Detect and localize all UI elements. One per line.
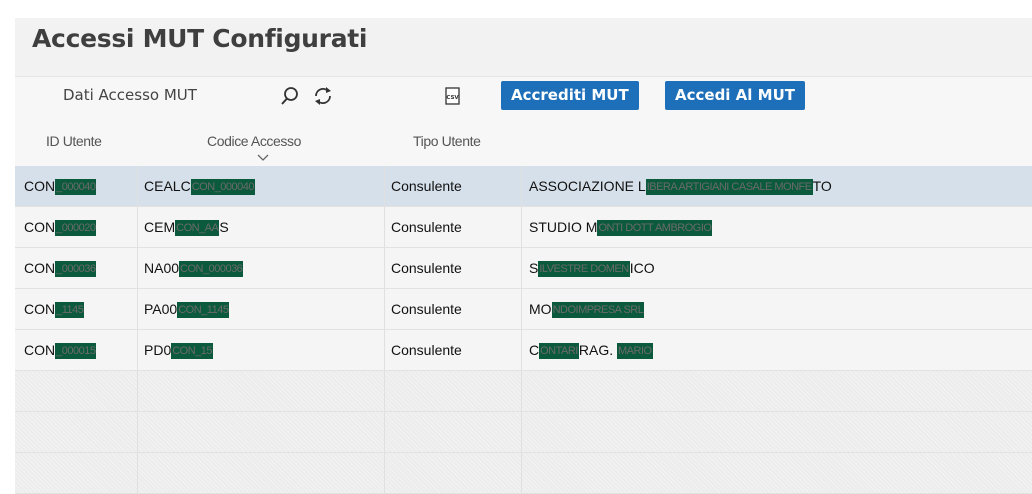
search-icon[interactable] (279, 85, 301, 107)
cell-codice-accesso: CEMCON_AAS (144, 219, 229, 237)
cell-tipo-utente: Consulente (391, 178, 462, 194)
redaction: IBERA ARTIGIANI CASALE MONFE (645, 179, 813, 196)
redaction: CON_000040 (190, 179, 255, 196)
toolbar: Dati Accesso MUT CSV Accrediti MUT Acced… (15, 76, 1032, 124)
header-tipo-utente[interactable]: Tipo Utente (413, 133, 481, 149)
redaction: MARIO (617, 343, 653, 360)
cell-nome: SILVESTRE DOMENICO (529, 260, 655, 278)
cell-codice-accesso: PD0CON_15 (144, 342, 214, 360)
cell-tipo-utente: Consulente (391, 342, 462, 358)
redaction: CON_000036 (179, 261, 244, 278)
cell-id-utente: CON_000040 (24, 178, 97, 196)
redaction: _1145 (55, 302, 85, 319)
redaction: _000040 (55, 179, 97, 196)
cell-nome: CONTARIRAG. MARIO (529, 342, 653, 360)
cell-codice-accesso: NA00CON_000036 (144, 260, 244, 278)
header-id-utente[interactable]: ID Utente (46, 133, 102, 149)
cell-nome: STUDIO MONTI DOTT AMBROGIO (529, 219, 713, 237)
accedi-al-mut-button[interactable]: Accedi Al MUT (665, 81, 805, 110)
dati-accesso-label: Dati Accesso MUT (63, 86, 197, 104)
table-row[interactable]: CON_000015 PD0CON_15 Consulente CONTARIR… (15, 330, 1032, 371)
page-title: Accessi MUT Configurati (32, 24, 368, 53)
cell-codice-accesso: PA00CON_1145 (144, 301, 230, 319)
redaction: _000020 (55, 220, 97, 237)
redaction: ILVESTRE DOMEN (538, 261, 630, 278)
cell-id-utente: CON_000015 (24, 342, 97, 360)
csv-icon[interactable]: CSV (443, 85, 465, 107)
table-body: CON_000040 CEALCCON_000040 Consulente AS… (15, 166, 1032, 494)
redaction: ONTARI (539, 343, 579, 360)
cell-codice-accesso: CEALCCON_000040 (144, 178, 255, 196)
empty-row (15, 371, 1032, 412)
cell-id-utente: CON_000036 (24, 260, 97, 278)
redaction: NDOIMPRESA SRL (551, 302, 645, 319)
cell-nome: MONDOIMPRESA SRL (529, 301, 645, 319)
cell-id-utente: CON_000020 (24, 219, 97, 237)
redaction: _000036 (55, 261, 97, 278)
redaction: ONTI DOTT AMBROGIO (597, 220, 713, 237)
refresh-icon[interactable] (312, 85, 334, 107)
cell-tipo-utente: Consulente (391, 260, 462, 276)
empty-row (15, 453, 1032, 494)
header-codice-accesso[interactable]: Codice Accesso (207, 133, 301, 149)
empty-row (15, 412, 1032, 453)
redaction: CON_AA (175, 220, 220, 237)
cell-tipo-utente: Consulente (391, 219, 462, 235)
cell-id-utente: CON_1145 (24, 301, 85, 319)
redaction: CON_15 (171, 343, 214, 360)
content-panel: Accessi MUT Configurati Dati Accesso MUT… (15, 18, 1032, 494)
table-row[interactable]: CON_000036 NA00CON_000036 Consulente SIL… (15, 248, 1032, 289)
sort-chevron-icon (257, 154, 269, 161)
svg-text:CSV: CSV (446, 95, 459, 101)
table-header: ID Utente Codice Accesso Tipo Utente (15, 122, 1032, 166)
cell-nome: ASSOCIAZIONE LIBERA ARTIGIANI CASALE MON… (529, 178, 832, 196)
table-row[interactable]: CON_000020 CEMCON_AAS Consulente STUDIO … (15, 207, 1032, 248)
cell-tipo-utente: Consulente (391, 301, 462, 317)
table-row[interactable]: CON_1145 PA00CON_1145 Consulente MONDOIM… (15, 289, 1032, 330)
redaction: _000015 (55, 343, 97, 360)
accrediti-mut-button[interactable]: Accrediti MUT (501, 81, 639, 110)
table-row[interactable]: CON_000040 CEALCCON_000040 Consulente AS… (15, 166, 1032, 207)
redaction: CON_1145 (177, 302, 230, 319)
